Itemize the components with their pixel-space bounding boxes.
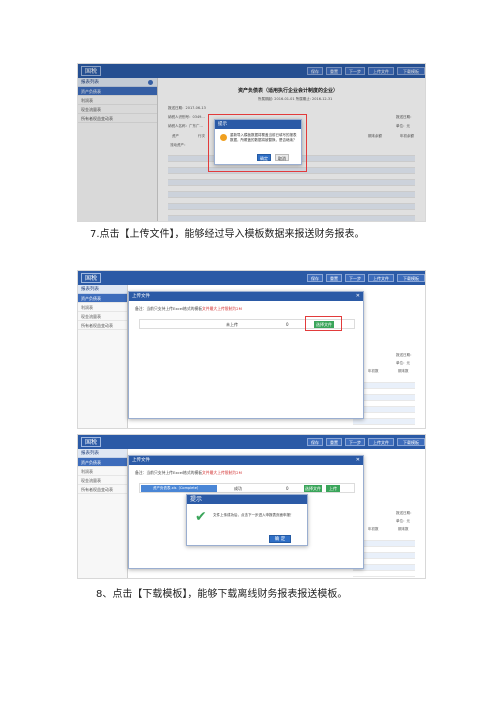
file-row: 资产负债表.xls（Complete） 成功 0 选择文件 上传	[139, 483, 355, 493]
screenshot-upload-dialog: 国税 保存 重置 下一步 上传文件 下载模板 报表列表 资产负债表 利润表 现金…	[77, 270, 426, 429]
file-status: 未上传	[226, 322, 238, 327]
file-size: 0	[286, 322, 289, 327]
column-end: 期末数	[398, 527, 409, 531]
screenshot-import-confirm: 国税 保存 重置 下一步 上传文件 下载模板 报表列表 资产负债表 利润表 现金…	[77, 63, 426, 222]
upload-dialog: 上传文件 ✕ 备注：当前只支持上传Excel格式的模板文件最大上传限制为2M 未上…	[128, 291, 364, 419]
unit-label: 单位：元	[396, 361, 410, 365]
report-date-right: 报送日期：	[396, 353, 414, 357]
upload-status: 成功	[234, 486, 242, 491]
upload-progress-bar: 资产负债表.xls（Complete）	[141, 485, 217, 492]
table-row	[353, 425, 415, 428]
top-bar: 国税 保存 重置 下一步 上传文件 下载模板	[78, 271, 425, 285]
sidebar-item-equity-changes[interactable]: 所有者权益变动表	[78, 485, 127, 494]
close-icon[interactable]: ✕	[356, 456, 360, 465]
upload-button[interactable]: 上传	[326, 485, 340, 492]
next-step-button[interactable]: 下一步	[345, 438, 365, 446]
screenshot-upload-success: 国税 保存 重置 下一步 上传文件 下载模板 报表列表 资产负债表 利润表 现金…	[77, 434, 426, 579]
upload-file-button[interactable]: 上传文件	[368, 274, 394, 282]
report-date-right: 报送日期：	[396, 511, 414, 515]
caption-step-7: 7.点击【上传文件】，能够经过导入模板数据来报送财务报表。	[90, 229, 365, 240]
sidebar-title: 报表列表	[78, 285, 127, 294]
success-dialog: 提示 ✔ 文件上传成功后，点击下一步进入申报表页面申报！ 确 定	[186, 494, 308, 546]
upload-note: 备注：当前只支持上传Excel格式的模板文件最大上传限制为2M	[135, 470, 242, 475]
download-template-button[interactable]: 下载模板	[397, 274, 425, 282]
sidebar-title: 报表列表	[78, 449, 127, 458]
app-logo: 国税	[81, 437, 102, 447]
column-end: 期末数	[398, 369, 409, 373]
dialog-title: 上传文件 ✕	[129, 456, 363, 465]
file-size: 0	[286, 486, 289, 491]
app-logo: 国税	[81, 273, 102, 283]
sidebar-item-income-statement[interactable]: 利润表	[78, 467, 127, 476]
next-step-button[interactable]: 下一步	[345, 274, 365, 282]
sidebar-item-cash-flow[interactable]: 现金流量表	[78, 476, 127, 485]
dialog-title: 上传文件 ✕	[129, 292, 363, 301]
sidebar: 报表列表 资产负债表 利润表 现金流量表 所有者权益变动表	[78, 449, 128, 578]
column-begin: 年初数	[368, 369, 379, 373]
success-message: 文件上传成功后，点击下一步进入申报表页面申报！	[213, 513, 294, 517]
confirm-button[interactable]: 确 定	[269, 535, 291, 543]
highlight-box	[305, 316, 342, 331]
caption-step-8: 8、点击【下载模板】，能够下载离线财务报表报送模板。	[96, 589, 348, 600]
sidebar-item-balance-sheet[interactable]: 资产负债表	[78, 458, 127, 467]
reset-button[interactable]: 重置	[326, 274, 342, 282]
save-button[interactable]: 保存	[307, 274, 323, 282]
progress-label: 资产负债表.xls（Complete）	[153, 486, 201, 490]
choose-file-button[interactable]: 选择文件	[304, 485, 322, 492]
check-icon: ✔	[195, 509, 207, 525]
sidebar: 报表列表 资产负债表 利润表 现金流量表 所有者权益变动表	[78, 285, 128, 428]
sidebar-item-cash-flow[interactable]: 现金流量表	[78, 312, 127, 321]
highlight-box	[208, 114, 307, 172]
column-begin: 年初数	[368, 527, 379, 531]
sidebar-item-equity-changes[interactable]: 所有者权益变动表	[78, 321, 127, 330]
reset-button[interactable]: 重置	[326, 438, 342, 446]
sidebar-item-income-statement[interactable]: 利润表	[78, 303, 127, 312]
unit-label: 单位：元	[396, 519, 410, 523]
sidebar-item-balance-sheet[interactable]: 资产负债表	[78, 294, 127, 303]
table-row	[353, 571, 415, 577]
upload-dialog: 上传文件 ✕ 备注：当前只支持上传Excel格式的模板文件最大上传限制为2M 资产…	[128, 455, 364, 569]
success-dialog-title: 提示	[187, 495, 307, 504]
upload-file-button[interactable]: 上传文件	[368, 438, 394, 446]
download-template-button[interactable]: 下载模板	[397, 438, 425, 446]
upload-note: 备注：当前只支持上传Excel格式的模板文件最大上传限制为2M	[135, 306, 242, 311]
close-icon[interactable]: ✕	[356, 292, 360, 301]
save-button[interactable]: 保存	[307, 438, 323, 446]
top-bar: 国税 保存 重置 下一步 上传文件 下载模板	[78, 435, 425, 449]
